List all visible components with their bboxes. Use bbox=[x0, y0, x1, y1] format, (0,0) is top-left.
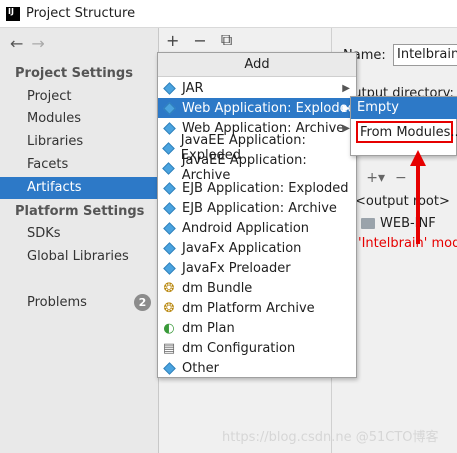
problems-count-badge: 2 bbox=[134, 294, 151, 311]
web-exploded-submenu: Empty From Modules... bbox=[350, 96, 457, 156]
popup-item[interactable]: ◐ dm Plan bbox=[158, 318, 356, 338]
popup-item[interactable]: JAR ▶ bbox=[158, 78, 356, 98]
artifact-icon bbox=[161, 80, 177, 96]
add-artifact-popup: Add JAR ▶ Web Application: Exploded ▶ Web Ap… bbox=[157, 52, 357, 378]
popup-item-label: JavaFx Application bbox=[182, 240, 302, 256]
popup-item-label: dm Bundle bbox=[182, 280, 253, 296]
sidebar: ← → Project Settings Project Modules Lib… bbox=[0, 28, 159, 453]
chevron-right-icon: ▶ bbox=[342, 122, 350, 134]
artifacts-toolbar: + − ⧉ bbox=[160, 28, 332, 52]
popup-item[interactable]: ❂ dm Bundle bbox=[158, 278, 356, 298]
artifact-icon bbox=[161, 260, 177, 276]
artifact-icon bbox=[161, 100, 177, 116]
remove-icon[interactable]: − bbox=[193, 31, 206, 50]
layout-toolbar: ▥ +▾ − bbox=[343, 168, 457, 188]
add-icon[interactable]: + bbox=[166, 31, 179, 50]
popup-item-label: JAR bbox=[182, 80, 204, 96]
folder-icon bbox=[361, 218, 375, 229]
intellij-logo-icon: IJ bbox=[6, 6, 20, 21]
popup-title: Add bbox=[158, 53, 356, 77]
artifact-icon bbox=[161, 360, 177, 376]
sidebar-item-global-libraries[interactable]: Global Libraries bbox=[0, 246, 159, 268]
artifact-icon bbox=[161, 220, 177, 236]
project-settings-heading: Project Settings bbox=[15, 66, 133, 81]
submenu-empty-item[interactable]: Empty bbox=[351, 97, 457, 119]
popup-item[interactable]: JavaFx Application bbox=[158, 238, 356, 258]
sidebar-item-facets[interactable]: Facets bbox=[0, 154, 159, 176]
plan-icon: ◐ bbox=[163, 320, 175, 336]
popup-item-label: Other bbox=[182, 360, 219, 376]
popup-item[interactable]: Android Application bbox=[158, 218, 356, 238]
bundle-icon: ❂ bbox=[163, 280, 175, 296]
watermark: https://blog.csdn.ne @51CTO博客 bbox=[222, 430, 439, 445]
chevron-right-icon: ▶ bbox=[342, 82, 350, 94]
popup-item[interactable]: JavaFx Preloader bbox=[158, 258, 356, 278]
config-icon: ▤ bbox=[162, 340, 176, 356]
popup-item[interactable]: JavaEE Application: Archive bbox=[158, 153, 356, 183]
remove-element-icon[interactable]: − bbox=[395, 170, 407, 186]
name-field[interactable]: Intelbrain: bbox=[393, 44, 457, 66]
nav-arrows: ← → bbox=[10, 34, 45, 53]
popup-item-label: EJB Application: Exploded bbox=[182, 180, 349, 196]
back-arrow-icon[interactable]: ← bbox=[10, 34, 23, 53]
popup-item[interactable]: Other bbox=[158, 358, 356, 378]
chevron-right-icon: ▶ bbox=[342, 102, 350, 114]
bundle-icon: ❂ bbox=[163, 300, 175, 316]
artifact-icon bbox=[161, 200, 177, 216]
add-element-icon[interactable]: +▾ bbox=[366, 170, 385, 186]
sidebar-item-project[interactable]: Project bbox=[0, 86, 159, 108]
copy-icon[interactable]: ⧉ bbox=[221, 30, 232, 50]
title-bar: IJ Project Structure bbox=[0, 0, 457, 28]
popup-item-label: dm Configuration bbox=[182, 340, 296, 356]
popup-item-label: dm Platform Archive bbox=[182, 300, 315, 316]
popup-item-label: EJB Application: Archive bbox=[182, 200, 337, 216]
window-title: Project Structure bbox=[26, 6, 136, 21]
popup-item-label: JavaFx Preloader bbox=[182, 260, 291, 276]
sidebar-item-libraries[interactable]: Libraries bbox=[0, 131, 159, 153]
sidebar-item-modules[interactable]: Modules bbox=[0, 108, 159, 130]
platform-settings-heading: Platform Settings bbox=[15, 204, 145, 219]
popup-item[interactable]: EJB Application: Archive bbox=[158, 198, 356, 218]
popup-item-label: dm Plan bbox=[182, 320, 235, 336]
red-annotation-arrow-icon bbox=[410, 150, 426, 244]
artifact-icon bbox=[161, 160, 177, 176]
popup-item-label: Android Application bbox=[182, 220, 310, 236]
popup-item[interactable]: EJB Application: Exploded bbox=[158, 178, 356, 198]
artifact-icon bbox=[161, 180, 177, 196]
popup-item-label: Web Application: Exploded bbox=[182, 100, 356, 116]
sidebar-item-artifacts[interactable]: Artifacts bbox=[0, 177, 159, 199]
artifact-icon bbox=[161, 120, 177, 136]
artifact-icon bbox=[161, 140, 176, 156]
popup-item[interactable]: Web Application: Exploded ▶ bbox=[158, 98, 356, 118]
output-root-node[interactable]: <output root> bbox=[355, 194, 450, 209]
popup-item[interactable]: ❂ dm Platform Archive bbox=[158, 298, 356, 318]
forward-arrow-icon[interactable]: → bbox=[31, 34, 44, 53]
sidebar-item-sdks[interactable]: SDKs bbox=[0, 223, 159, 245]
artifact-icon bbox=[161, 240, 177, 256]
submenu-from-modules-item[interactable]: From Modules... bbox=[356, 121, 457, 143]
popup-item[interactable]: ▤ dm Configuration bbox=[158, 338, 356, 358]
